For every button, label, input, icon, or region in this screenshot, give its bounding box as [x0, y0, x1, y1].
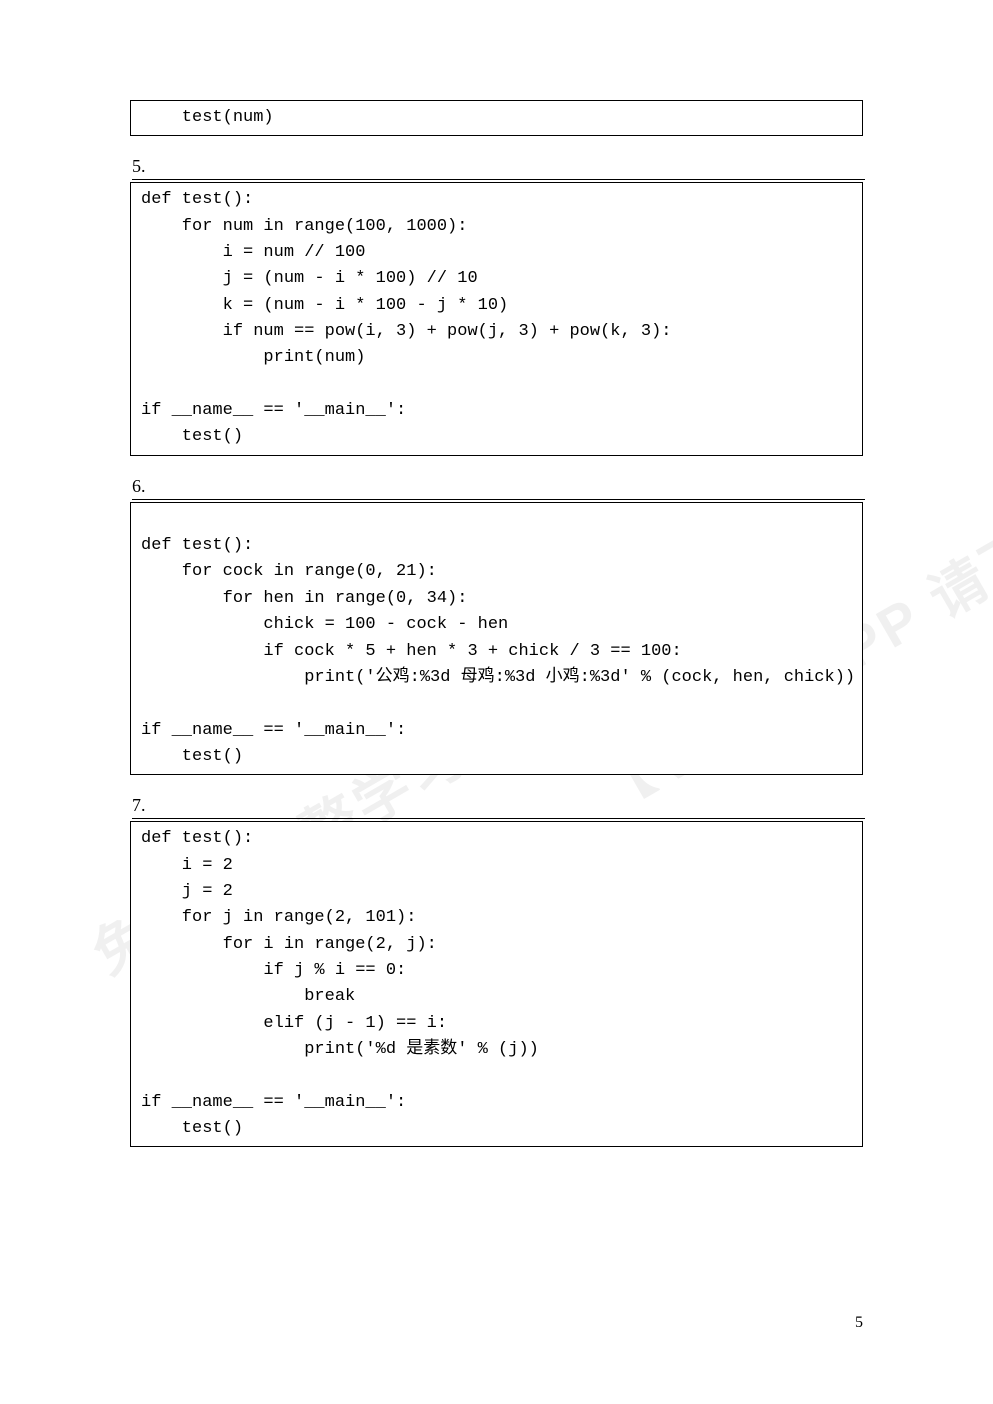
section-label-7: 7.: [132, 795, 865, 819]
code-block-6: def test(): for cock in range(0, 21): fo…: [130, 502, 863, 775]
section-label-6: 6.: [132, 476, 865, 500]
section-label-5: 5.: [132, 156, 865, 180]
code-content: def test(): i = 2 j = 2 for j in range(2…: [141, 826, 852, 1142]
page-number: 5: [855, 1314, 863, 1332]
code-content: def test(): for cock in range(0, 21): fo…: [141, 507, 852, 770]
code-content: test(num): [141, 105, 852, 131]
code-content: def test(): for num in range(100, 1000):…: [141, 187, 852, 450]
code-block-fragment: test(num): [130, 100, 863, 136]
code-block-7: def test(): i = 2 j = 2 for j in range(2…: [130, 821, 863, 1147]
code-block-5: def test(): for num in range(100, 1000):…: [130, 182, 863, 455]
document-page: 免费看完整学习资料 【小料】APP 请下载 test(num) 5. def t…: [0, 0, 993, 1404]
